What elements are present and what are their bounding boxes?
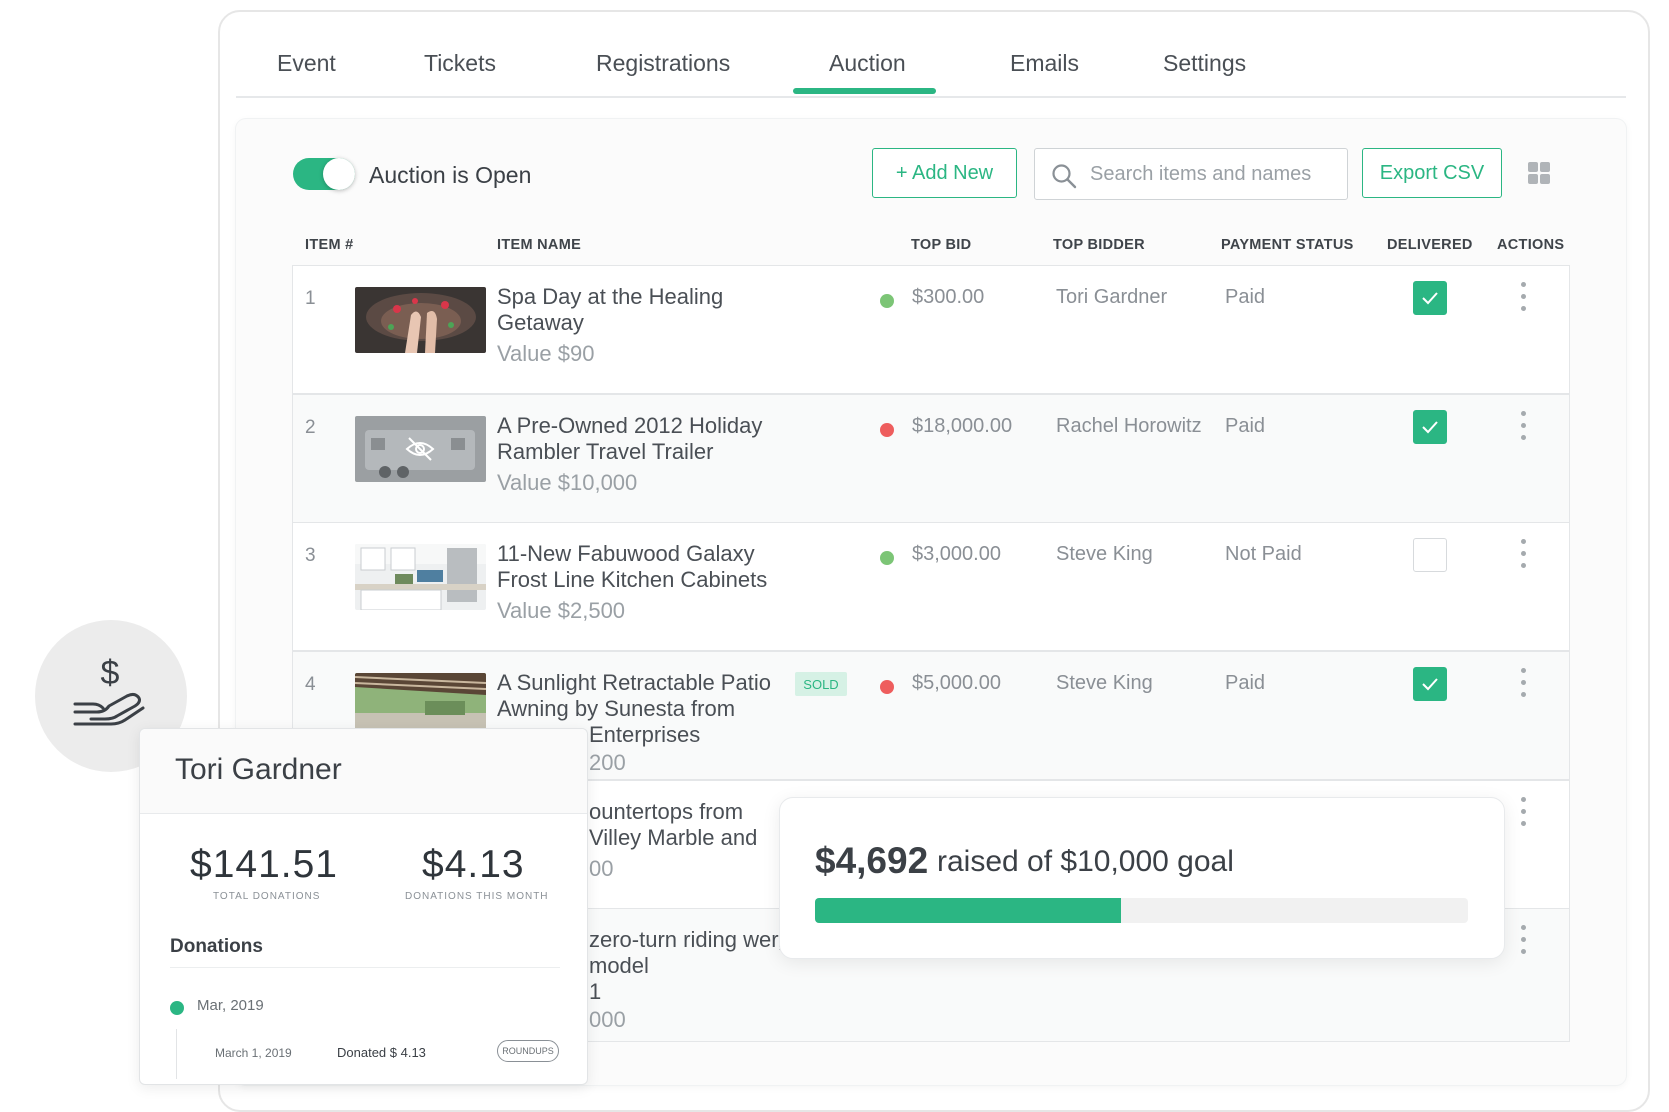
kebab-menu-icon[interactable] <box>1518 797 1528 827</box>
checkmark-icon <box>1422 292 1438 305</box>
table-row[interactable]: 2 A Pre-Owned 2012 Holiday Rambler Trave… <box>292 394 1570 523</box>
payment-status: Paid <box>1225 672 1266 694</box>
top-bidder: Rachel Horowitz <box>1056 415 1202 437</box>
col-payment-status: PAYMENT STATUS <box>1221 237 1354 253</box>
total-donations-label: TOTAL DONATIONS <box>213 891 321 902</box>
kebab-menu-icon[interactable] <box>1518 668 1528 698</box>
item-number: 4 <box>305 674 316 695</box>
donations-heading: Donations <box>170 936 263 957</box>
roundups-tag: ROUNDUPS <box>497 1040 559 1062</box>
item-number: 2 <box>305 417 316 438</box>
table-row[interactable]: 3 11-New Fabuwood Galaxy Frost Line Kitc… <box>292 522 1570 651</box>
auction-open-toggle[interactable] <box>293 158 355 190</box>
item-value: 000 <box>589 1007 626 1032</box>
item-name[interactable]: ountertops from Villey Marble and <box>589 799 789 851</box>
payment-status: Not Paid <box>1225 543 1302 565</box>
timeline-dot <box>170 1001 184 1015</box>
item-value: Value $2,500 <box>497 598 626 623</box>
tab-settings[interactable]: Settings <box>1163 50 1246 77</box>
tab-registrations[interactable]: Registrations <box>596 50 730 77</box>
tab-auction[interactable]: Auction <box>793 50 936 94</box>
toggle-label: Auction is Open <box>369 162 532 188</box>
search-icon <box>1052 164 1077 189</box>
item-thumbnail <box>355 544 486 610</box>
sold-badge: SOLD <box>795 672 847 696</box>
item-value: 200 <box>589 750 626 775</box>
top-bidder: Tori Gardner <box>1056 286 1168 308</box>
goal-progress-bar <box>815 898 1468 923</box>
donor-name: Tori Gardner <box>175 753 342 786</box>
top-bidder: Steve King <box>1056 672 1153 694</box>
top-bid: $300.00 <box>912 286 985 308</box>
item-value: 00 <box>589 856 614 881</box>
search-box <box>1034 148 1348 200</box>
grid-view-icon[interactable] <box>1528 162 1552 186</box>
add-new-button[interactable]: + Add New <box>872 148 1017 198</box>
kebab-menu-icon[interactable] <box>1518 539 1528 569</box>
item-name[interactable]: A Pre-Owned 2012 Holiday Rambler Travel … <box>497 413 787 465</box>
bid-status-dot <box>880 551 894 565</box>
item-name[interactable]: zero-turn riding wer, model <box>589 927 789 979</box>
delivered-checkbox[interactable] <box>1413 410 1447 444</box>
donation-amount: Donated $ 4.13 <box>337 1045 426 1060</box>
top-bid: $5,000.00 <box>912 672 1001 694</box>
item-thumbnail-hidden <box>355 416 486 482</box>
col-delivered: DELIVERED <box>1387 237 1473 253</box>
search-input[interactable] <box>1090 161 1335 187</box>
goal-progress-fill <box>815 898 1122 923</box>
payment-status: Paid <box>1225 286 1266 308</box>
export-csv-button[interactable]: Export CSV <box>1362 148 1502 198</box>
col-item-name: ITEM NAME <box>497 237 582 253</box>
bid-status-dot <box>880 423 894 437</box>
item-number: 3 <box>305 545 316 566</box>
donation-month: Mar, 2019 <box>197 997 264 1014</box>
item-value: Value $10,000 <box>497 470 638 495</box>
delivered-checkbox[interactable] <box>1413 538 1447 572</box>
tab-tickets[interactable]: Tickets <box>424 50 496 77</box>
divider <box>170 967 560 968</box>
checkmark-icon <box>1422 678 1438 691</box>
item-name-line3: 1 <box>589 979 602 1004</box>
bid-status-dot <box>880 294 894 308</box>
item-name[interactable]: 11-New Fabuwood Galaxy Frost Line Kitche… <box>497 541 787 593</box>
checkmark-icon <box>1422 421 1438 434</box>
item-number: 1 <box>305 288 316 309</box>
item-name[interactable]: Spa Day at the Healing Getaway <box>497 284 787 336</box>
raised-amount: $4,692 <box>815 840 929 881</box>
item-thumbnail <box>355 287 486 353</box>
bid-status-dot <box>880 680 894 694</box>
total-donations-value: $141.51 <box>190 843 338 886</box>
donor-profile-card: Tori Gardner $141.51 TOTAL DONATIONS $4.… <box>139 728 588 1085</box>
item-name-line3: Enterprises <box>589 722 701 747</box>
donor-card-header: Tori Gardner <box>140 729 587 814</box>
item-name[interactable]: A Sunlight Retractable Patio Awning by S… <box>497 670 787 722</box>
kebab-menu-icon[interactable] <box>1518 411 1528 441</box>
tab-event[interactable]: Event <box>277 50 336 77</box>
svg-text:$: $ <box>101 654 120 692</box>
col-top-bid: TOP BID <box>911 237 972 253</box>
col-actions: ACTIONS <box>1497 237 1565 253</box>
delivered-checkbox[interactable] <box>1413 667 1447 701</box>
item-value: Value $90 <box>497 341 595 366</box>
toggle-knob <box>323 158 355 190</box>
delivered-checkbox[interactable] <box>1413 281 1447 315</box>
top-bid: $3,000.00 <box>912 543 1001 565</box>
month-donations-value: $4.13 <box>422 843 525 886</box>
col-item-num: ITEM # <box>305 237 354 253</box>
top-bidder: Steve King <box>1056 543 1153 565</box>
donation-date: March 1, 2019 <box>215 1046 292 1060</box>
kebab-menu-icon[interactable] <box>1518 282 1528 312</box>
month-donations-label: DONATIONS THIS MONTH <box>405 891 549 902</box>
timeline-line <box>176 1029 177 1079</box>
payment-status: Paid <box>1225 415 1266 437</box>
goal-text: raised of $10,000 goal <box>937 845 1234 878</box>
tab-emails[interactable]: Emails <box>1010 50 1079 77</box>
kebab-menu-icon[interactable] <box>1518 925 1528 955</box>
col-top-bidder: TOP BIDDER <box>1053 237 1145 253</box>
fundraising-goal-card: $4,692 raised of $10,000 goal <box>779 797 1505 959</box>
top-bid: $18,000.00 <box>912 415 1013 437</box>
table-row[interactable]: 1 Spa Day at the Healing Getaway Value $… <box>292 265 1570 394</box>
